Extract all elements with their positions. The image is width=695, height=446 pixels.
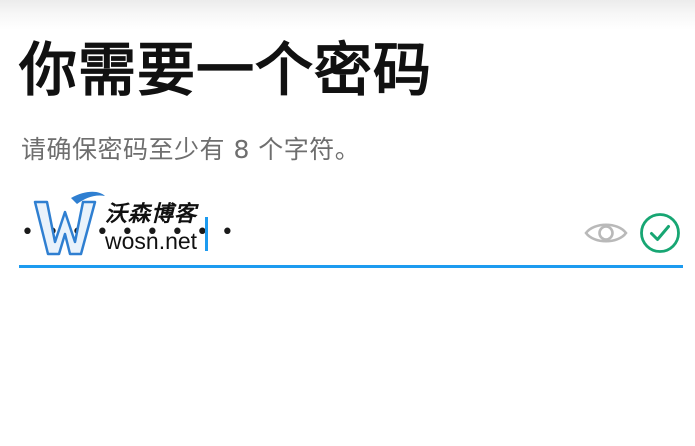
page-title: 你需要一个密码 [19, 36, 433, 104]
check-circle-icon [640, 213, 680, 253]
watermark-logo [33, 191, 105, 256]
eye-icon [584, 223, 628, 243]
watermark-domain: wosn.net [105, 228, 198, 254]
watermark-brand: 沃森博客 [105, 202, 198, 227]
field-underline [19, 265, 683, 268]
show-password-button[interactable] [582, 215, 630, 251]
watermark: 沃森博客 wosn.net [33, 190, 233, 264]
password-requirement-hint: 请确保密码至少有 8 个字符。 [21, 135, 361, 164]
